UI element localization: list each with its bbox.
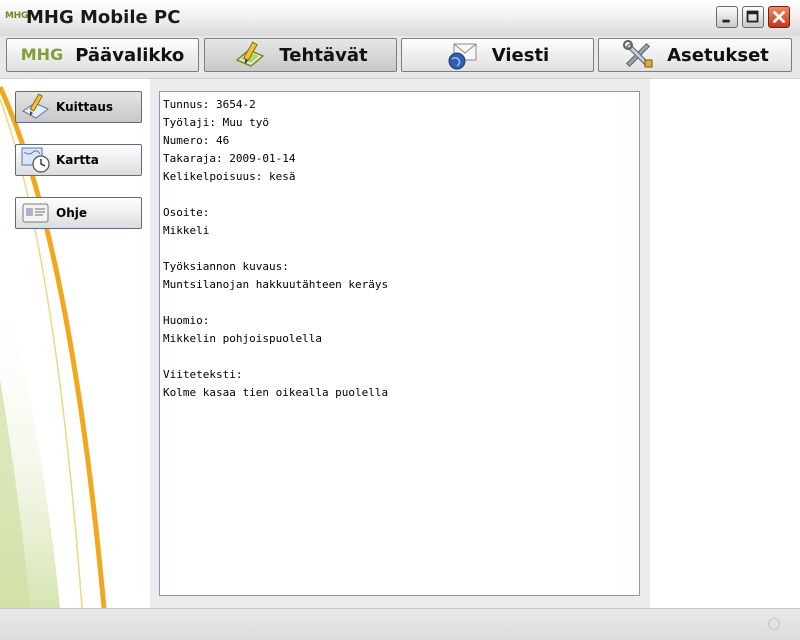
task-detail-line: Huomio: [163, 314, 210, 327]
maximize-button[interactable] [742, 6, 764, 28]
ohje-label: Ohje [56, 206, 87, 220]
task-detail-line [163, 294, 636, 312]
app-window: MHG MHG Mobile PC MHG Päävalikko Tehtävä… [0, 0, 800, 640]
app-logo: MHG [5, 11, 28, 21]
message-globe-icon [448, 43, 477, 70]
status-indicator-icon [768, 618, 780, 630]
kuittaus-button[interactable]: Kuittaus [15, 91, 142, 123]
map-clock-icon [21, 147, 50, 173]
task-detail-line: Viiteteksti: [163, 368, 243, 381]
task-detail-line: Työlaji: Muu työ [163, 116, 269, 129]
task-details-textbox[interactable]: Tunnus: 3654-2 Työlaji: Muu työ Numero: … [159, 91, 640, 596]
tab-asetukset[interactable]: Asetukset [598, 38, 792, 72]
acknowledge-pencil-icon [22, 93, 49, 119]
task-detail-line: Mikkeli [163, 224, 210, 237]
tab-label: Asetukset [667, 44, 769, 66]
close-button[interactable] [768, 6, 790, 28]
title-bar: MHG MHG Mobile PC [0, 0, 800, 37]
sidebar: Kuittaus Kartta Ohje [0, 79, 150, 608]
maximize-icon [746, 10, 759, 23]
minimize-button[interactable] [716, 6, 738, 28]
close-icon [773, 11, 785, 23]
help-card-icon [22, 203, 49, 223]
tab-viesti[interactable]: Viesti [401, 38, 594, 72]
task-detail-line: Tunnus: 3654-2 [163, 98, 256, 111]
task-detail-line [163, 348, 636, 366]
tab-label: Viesti [491, 44, 550, 66]
tab-label: Tehtävät [279, 44, 368, 66]
kartta-label: Kartta [56, 153, 99, 167]
task-detail-line: Työksiannon kuvaus: [163, 260, 289, 273]
task-detail-line: Mikkelin pohjoispuolella [163, 332, 322, 345]
task-detail-line: Kelikelpoisuus: kesä [163, 170, 296, 183]
task-detail-line: Takaraja: 2009-01-14 [163, 152, 296, 165]
minimize-icon [722, 19, 730, 23]
tab-paavalikko[interactable]: MHG Päävalikko [6, 38, 199, 72]
mhg-logo-icon: MHG [20, 45, 64, 64]
tools-wrench-icon [623, 40, 653, 68]
task-detail-line: Kolme kasaa tien oikealla puolella [163, 386, 389, 399]
task-pencil-icon [236, 41, 265, 67]
right-area [650, 79, 800, 608]
task-detail-line [163, 186, 636, 204]
task-detail-line: Muntsilanojan hakkuutähteen keräys [163, 278, 389, 291]
window-title: MHG Mobile PC [26, 7, 181, 28]
task-detail-line [163, 240, 636, 258]
tab-label: Päävalikko [75, 44, 185, 66]
kartta-button[interactable]: Kartta [15, 144, 142, 176]
main-navigation: MHG Päävalikko Tehtävät Viesti Asetukset [0, 36, 800, 79]
task-detail-line: Numero: 46 [163, 134, 230, 147]
tab-tehtavat[interactable]: Tehtävät [204, 38, 397, 72]
task-detail-line: Osoite: [163, 206, 210, 219]
ohje-button[interactable]: Ohje [15, 197, 142, 229]
status-bar [0, 608, 800, 640]
kuittaus-label: Kuittaus [56, 100, 113, 114]
